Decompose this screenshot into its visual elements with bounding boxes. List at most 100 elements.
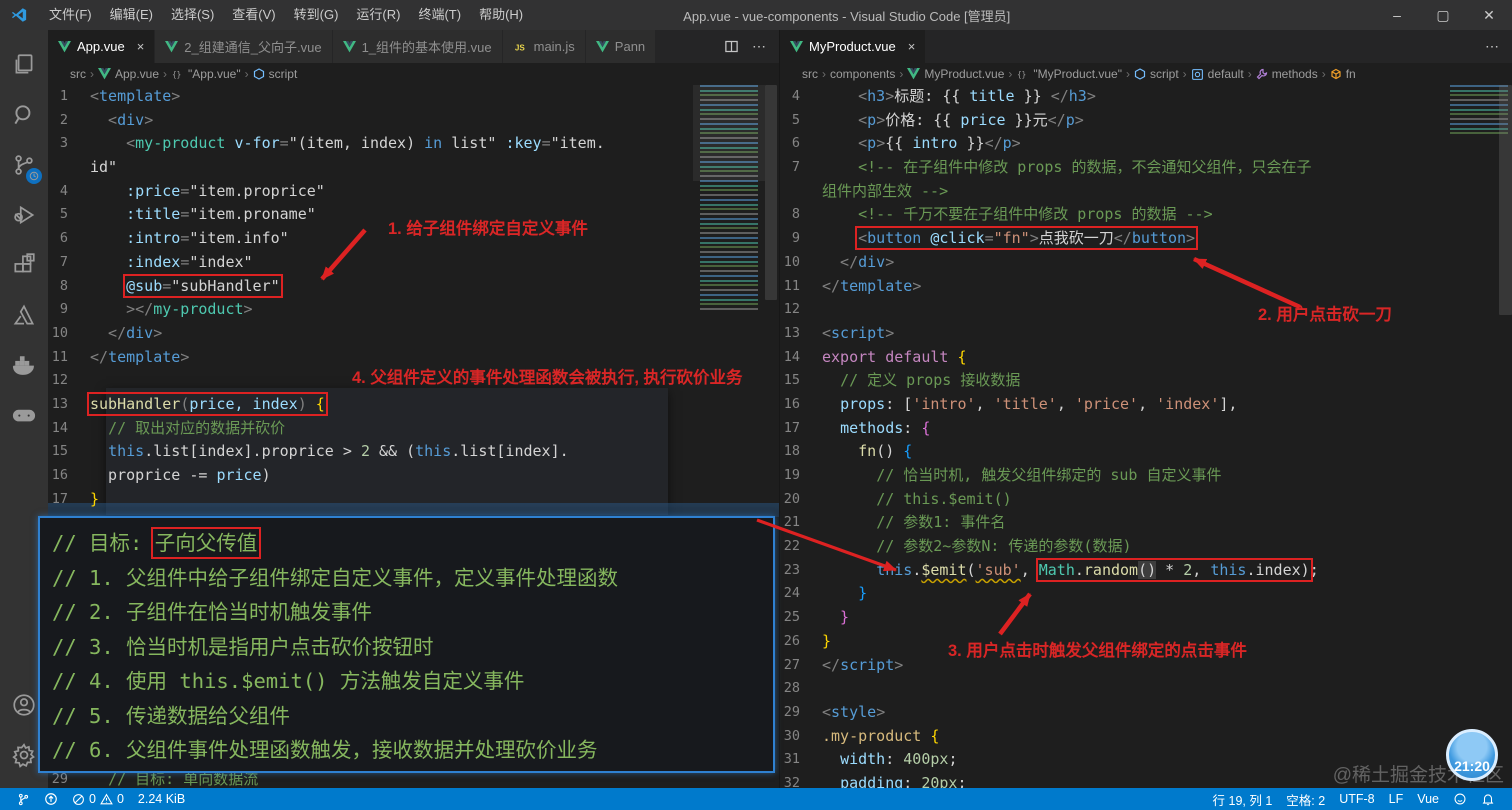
code-line: 组件内部生效 --> bbox=[822, 181, 949, 200]
code-line: 10 </div> bbox=[783, 252, 895, 271]
game-runner-icon[interactable] bbox=[0, 390, 48, 440]
breadcrumb-item[interactable]: src bbox=[802, 67, 818, 81]
extensions-icon[interactable] bbox=[0, 240, 48, 290]
tab-MyProduct.vue[interactable]: MyProduct.vue × bbox=[780, 30, 927, 63]
note-line: // 2. 子组件在恰当时机触发事件 bbox=[52, 600, 373, 624]
git-branch-icon[interactable] bbox=[10, 788, 37, 810]
window-controls: – ▢ ✕ bbox=[1374, 0, 1512, 30]
vscode-window: 文件(F) 编辑(E) 选择(S) 查看(V) 转到(G) 运行(R) 终端(T) 帮助(H)… bbox=[0, 0, 1512, 810]
more-actions-icon[interactable]: ⋯ bbox=[1480, 35, 1504, 59]
menu-v[interactable]: 查看(V) bbox=[223, 0, 284, 30]
tab-main.js[interactable]: JS main.js bbox=[502, 30, 586, 63]
braces-icon: {} bbox=[171, 68, 184, 81]
breadcrumb-left: src › App.vue ›{} "App.vue" › script bbox=[48, 63, 779, 85]
editor-right[interactable]: 4 <h3>标题: {{ title }} </h3> 5 <p>价格: {{ p… bbox=[780, 85, 1512, 788]
cursor-position[interactable]: 行 19, 列 1 bbox=[1206, 788, 1280, 810]
code-line: 8 @sub="subHandler" bbox=[59, 273, 283, 298]
red-highlight-box: @sub="subHandler" bbox=[123, 273, 283, 298]
close-tab-icon[interactable]: × bbox=[908, 39, 916, 54]
publish-icon[interactable] bbox=[37, 788, 65, 810]
breadcrumb-item[interactable]: {} "MyProduct.vue" bbox=[1016, 67, 1122, 81]
code-line: 7 :index="index" bbox=[59, 252, 253, 271]
code-line: 14 export default { bbox=[783, 347, 967, 366]
svg-text:{}: {} bbox=[172, 70, 181, 79]
code-line: 23 this.$emit('sub', Math.random() * 2, … bbox=[783, 557, 1319, 582]
breadcrumb-item[interactable]: methods bbox=[1256, 67, 1318, 81]
search-icon[interactable] bbox=[0, 90, 48, 140]
source-control-icon[interactable] bbox=[0, 140, 48, 190]
menu-g[interactable]: 转到(G) bbox=[285, 0, 348, 30]
tab-Pann[interactable]: Pann bbox=[585, 30, 657, 63]
tab-actions-left: ⋯ bbox=[719, 30, 779, 63]
code-line: 14 // 取出对应的数据并砍价 bbox=[51, 418, 286, 437]
menu-r[interactable]: 运行(R) bbox=[347, 0, 409, 30]
code-line: 20 // this.$emit() bbox=[783, 489, 1012, 508]
split-editor-icon[interactable] bbox=[719, 35, 743, 59]
menu-s[interactable]: 选择(S) bbox=[162, 0, 223, 30]
docker-icon[interactable] bbox=[0, 340, 48, 390]
code-line: 15 // 定义 props 接收数据 bbox=[783, 371, 1021, 390]
breadcrumb-separator: › bbox=[1182, 67, 1187, 81]
file-size: 2.24 KiB bbox=[137, 792, 186, 806]
menu-h[interactable]: 帮助(H) bbox=[470, 0, 532, 30]
tab-2_组建通信_父向子.vue[interactable]: 2_组建通信_父向子.vue bbox=[155, 30, 333, 63]
code-line: 5 <p>价格: {{ price }}元</p> bbox=[791, 110, 1084, 129]
menu-e[interactable]: 编辑(E) bbox=[101, 0, 162, 30]
code-line: 10 </div> bbox=[51, 323, 163, 342]
status-bar: 0 0 2.24 KiB 行 19, 列 1 空格: 2 UTF-8 LF Vu… bbox=[0, 788, 1512, 810]
tab-App.vue[interactable]: App.vue × bbox=[48, 30, 156, 63]
wrench-icon bbox=[1256, 68, 1268, 80]
breadcrumb-item[interactable]: components bbox=[830, 67, 895, 81]
indent-setting[interactable]: 空格: 2 bbox=[1279, 788, 1332, 810]
code-line: 18 fn() { bbox=[783, 442, 913, 461]
encoding[interactable]: UTF-8 bbox=[1332, 788, 1381, 810]
vue-icon bbox=[58, 40, 71, 53]
code-line: 8 <!-- 千万不要在子组件中修改 props 的数据 --> bbox=[791, 205, 1213, 224]
svg-text:{}: {} bbox=[1018, 70, 1027, 79]
note-line: // 6. 父组件事件处理函数触发，接收数据并处理砍价业务 bbox=[52, 738, 598, 762]
breadcrumb-item[interactable]: script bbox=[1134, 67, 1179, 81]
minimize-button[interactable]: – bbox=[1374, 0, 1420, 30]
close-tab-icon[interactable]: × bbox=[137, 39, 145, 54]
annotation-2: 2. 用户点击砍一刀 bbox=[1258, 306, 1392, 324]
notifications-bell-icon[interactable] bbox=[1474, 788, 1502, 810]
code-line: 16 props: ['intro', 'title', 'price', 'i… bbox=[783, 394, 1238, 413]
code-line: 28 bbox=[783, 680, 800, 697]
breadcrumb-right: src › components › MyProduct.vue ›{} "MyProduc… bbox=[780, 63, 1512, 85]
problems-indicator[interactable]: 0 0 bbox=[65, 788, 131, 810]
tab-bar-left: App.vue × 2_组建通信_父向子.vue 1_组件的基本使用.vue JS mai… bbox=[48, 30, 779, 63]
code-line: 3 <my-product v-for="(item, index) in li… bbox=[59, 134, 605, 153]
breadcrumb-item[interactable]: src bbox=[70, 67, 86, 81]
vscode-logo-icon bbox=[11, 8, 27, 22]
language-mode[interactable]: Vue bbox=[1410, 788, 1446, 810]
breadcrumb-item[interactable]: MyProduct.vue bbox=[907, 67, 1004, 81]
more-actions-icon[interactable]: ⋯ bbox=[747, 35, 771, 59]
breadcrumb-item[interactable]: {} "App.vue" bbox=[171, 67, 240, 81]
azure-icon[interactable] bbox=[0, 290, 48, 340]
vue-icon bbox=[907, 68, 921, 80]
red-highlight-box: 子向父传值 bbox=[150, 527, 262, 559]
code-line: 17} bbox=[51, 489, 100, 508]
tab-1_组件的基本使用.vue[interactable]: 1_组件的基本使用.vue bbox=[332, 30, 503, 63]
run-debug-icon[interactable] bbox=[0, 190, 48, 240]
notes-overlay-box: // 目标: 子向父传值 // 1. 父组件中给子组件绑定自定义事件，定义事件处理… bbox=[38, 516, 775, 773]
breadcrumb-item[interactable]: default bbox=[1191, 67, 1244, 81]
explorer-icon[interactable] bbox=[0, 40, 48, 90]
feedback-icon[interactable] bbox=[1446, 788, 1474, 810]
vue-icon bbox=[790, 40, 803, 53]
close-button[interactable]: ✕ bbox=[1466, 0, 1512, 30]
breadcrumb-item[interactable]: fn bbox=[1330, 67, 1356, 81]
code-line: 2 <div> bbox=[59, 110, 154, 129]
code-line: 1 <template> bbox=[59, 87, 181, 105]
breadcrumb-separator: › bbox=[1008, 67, 1013, 81]
maximize-button[interactable]: ▢ bbox=[1420, 0, 1466, 30]
menu-t[interactable]: 终端(T) bbox=[409, 0, 470, 30]
code-line: 29 <style> bbox=[783, 702, 886, 721]
note-line: // 4. 使用 this.$emit() 方法触发自定义事件 bbox=[52, 669, 525, 693]
note-line: // 5. 传递数据给父组件 bbox=[52, 703, 291, 728]
breadcrumb-item[interactable]: script bbox=[253, 67, 297, 81]
breadcrumb-item[interactable]: App.vue bbox=[98, 67, 159, 81]
menu-f[interactable]: 文件(F) bbox=[40, 0, 101, 30]
code-line: 13 <script> bbox=[783, 323, 895, 342]
eol-setting[interactable]: LF bbox=[1382, 788, 1411, 810]
